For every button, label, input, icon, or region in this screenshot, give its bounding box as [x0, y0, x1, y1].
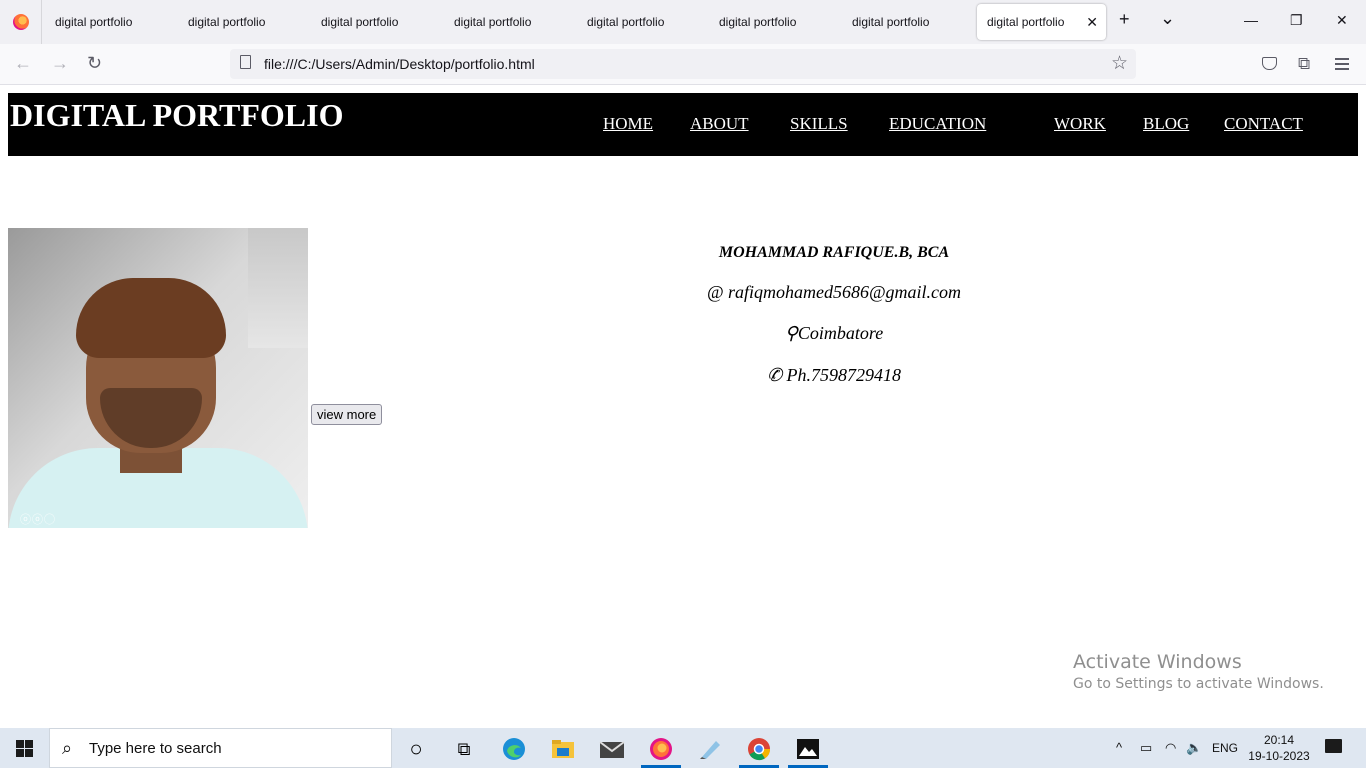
taskbar-search-box[interactable]: ⌕ Type here to search [49, 728, 392, 768]
clock-time: 20:14 [1263, 733, 1295, 747]
search-icon: ⌕ [62, 738, 73, 758]
browser-tab[interactable]: digital portfolio [577, 4, 706, 40]
hamburger-menu-icon[interactable] [1335, 58, 1349, 70]
browser-toolbar: ← → ↻ file:///C:/Users/Admin/Desktop/por… [0, 44, 1366, 85]
new-tab-button[interactable]: + [1119, 9, 1130, 30]
file-explorer-icon[interactable] [550, 736, 576, 762]
address-bar[interactable]: file:///C:/Users/Admin/Desktop/portfolio… [230, 49, 1136, 79]
address-bar-url[interactable]: file:///C:/Users/Admin/Desktop/portfolio… [264, 56, 535, 72]
mail-icon[interactable] [599, 736, 625, 762]
taskbar-search-placeholder[interactable]: Type here to search [89, 740, 222, 757]
action-center-icon[interactable] [1325, 739, 1342, 753]
tab-title: digital portfolio [321, 15, 399, 29]
tray-overflow-chevron-icon[interactable]: ^ [1116, 740, 1122, 755]
activate-windows-title: Activate Windows [1073, 651, 1242, 673]
task-view-icon[interactable]: ⧉ [451, 736, 477, 762]
windows-taskbar: ⌕ Type here to search ○ ⧉ ^ ▭ ◠ 🔈 ENG 20… [0, 728, 1366, 768]
window-minimize-button[interactable]: — [1244, 12, 1258, 28]
forward-arrow-icon[interactable]: → [51, 53, 69, 74]
pocket-icon[interactable] [1262, 57, 1277, 70]
tab-title: digital portfolio [852, 15, 930, 29]
browser-tab-strip: digital portfolio digital portfolio digi… [0, 0, 1366, 44]
notepad-icon[interactable] [697, 736, 723, 762]
volume-icon[interactable]: 🔈 [1186, 740, 1202, 756]
input-language-indicator[interactable]: ENG [1212, 741, 1238, 755]
browser-tab[interactable]: digital portfolio [178, 4, 307, 40]
browser-tab[interactable]: digital portfolio [444, 4, 573, 40]
tab-title: digital portfolio [188, 15, 266, 29]
activate-windows-watermark: Activate Windows Go to Settings to activ… [1073, 651, 1324, 692]
start-button[interactable] [16, 740, 33, 757]
battery-icon[interactable]: ▭ [1140, 740, 1152, 756]
profile-location: ⚲Coimbatore [784, 323, 884, 343]
profile-email: @ rafiqmohamed5686@gmail.com [706, 282, 962, 302]
page-icon [240, 55, 251, 69]
firefox-menu-button[interactable] [0, 0, 42, 44]
close-tab-icon[interactable]: ✕ [1086, 14, 1098, 31]
browser-tab[interactable]: digital portfolio [311, 4, 440, 40]
firefox-icon[interactable] [648, 736, 674, 762]
tab-title: digital portfolio [55, 15, 133, 29]
browser-tab[interactable]: digital portfolio [842, 4, 971, 40]
reload-icon[interactable]: ↻ [87, 53, 102, 74]
chrome-icon[interactable] [746, 736, 772, 762]
taskbar-clock[interactable]: 20:14 19-10-2023 [1247, 732, 1311, 764]
window-restore-button[interactable]: ❐ [1290, 12, 1303, 29]
window-close-button[interactable]: ✕ [1336, 12, 1348, 29]
nav-link-skills[interactable]: SKILLS [790, 114, 848, 134]
profile-phone: ✆ Ph.7598729418 [766, 365, 902, 385]
tab-title: digital portfolio [987, 15, 1065, 29]
nav-link-work[interactable]: WORK [1054, 114, 1106, 134]
back-arrow-icon[interactable]: ← [14, 53, 32, 74]
browser-tab-active[interactable]: digital portfolio ✕ [977, 4, 1106, 40]
tab-title: digital portfolio [719, 15, 797, 29]
cortana-icon[interactable]: ○ [403, 736, 429, 762]
nav-link-blog[interactable]: BLOG [1143, 114, 1189, 134]
site-header: DIGITAL PORTFOLIO HOME ABOUT SKILLS EDUC… [8, 93, 1358, 156]
view-more-button[interactable]: view more [311, 404, 383, 425]
tab-title: digital portfolio [587, 15, 665, 29]
wifi-icon[interactable]: ◠ [1165, 740, 1176, 756]
browser-tab[interactable]: digital portfolio [709, 4, 838, 40]
activate-windows-subtitle: Go to Settings to activate Windows. [1073, 676, 1324, 692]
site-title: DIGITAL PORTFOLIO [10, 97, 344, 133]
nav-link-home[interactable]: HOME [603, 114, 653, 134]
nav-link-education[interactable]: EDUCATION [889, 114, 986, 134]
tab-title: digital portfolio [454, 15, 532, 29]
extensions-icon[interactable]: ⧉ [1298, 54, 1310, 74]
nav-link-contact[interactable]: CONTACT [1224, 114, 1303, 134]
list-all-tabs-icon[interactable]: ⌄ [1160, 8, 1175, 29]
browser-tab[interactable]: digital portfolio [45, 4, 174, 40]
clock-date: 19-10-2023 [1248, 749, 1310, 763]
firefox-icon [12, 14, 29, 30]
nav-link-about[interactable]: ABOUT [690, 114, 749, 134]
profile-name: MOHAMMAD RAFIQUE.B, BCA [718, 244, 950, 261]
profile-photo: ⓞⓞ◯ [8, 228, 308, 528]
photo-watermark: ⓞⓞ◯ [20, 514, 56, 526]
photos-icon[interactable] [795, 736, 821, 762]
bookmark-star-icon[interactable]: ☆ [1111, 52, 1128, 75]
edge-icon[interactable] [501, 736, 527, 762]
